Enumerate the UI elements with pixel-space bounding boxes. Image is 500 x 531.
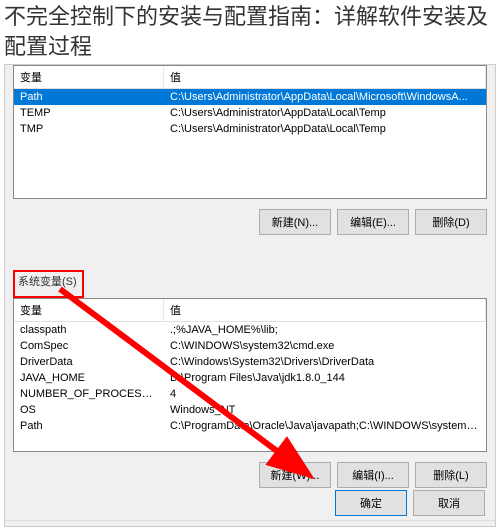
table-row[interactable]: TEMP C:\Users\Administrator\AppData\Loca… bbox=[14, 105, 486, 121]
cell-var-name: TEMP bbox=[14, 105, 164, 121]
edit-user-var-button[interactable]: 编辑(E)... bbox=[337, 209, 409, 235]
cell-var-value: C:\Windows\System32\Drivers\DriverData bbox=[164, 354, 486, 370]
column-header-value[interactable]: 值 bbox=[164, 299, 486, 321]
cell-var-value: C:\WINDOWS\system32\cmd.exe bbox=[164, 338, 486, 354]
table-row[interactable]: DriverData C:\Windows\System32\Drivers\D… bbox=[14, 354, 486, 370]
cell-var-name: ComSpec bbox=[14, 338, 164, 354]
cell-var-value: C:\Users\Administrator\AppData\Local\Tem… bbox=[164, 105, 486, 121]
divider bbox=[5, 520, 495, 521]
cell-var-value: D:\Program Files\Java\jdk1.8.0_144 bbox=[164, 370, 486, 386]
cell-var-value: 4 bbox=[164, 386, 486, 402]
new-sys-var-button[interactable]: 新建(W)... bbox=[259, 462, 331, 488]
table-row[interactable]: NUMBER_OF_PROCESSORS 4 bbox=[14, 386, 486, 402]
cell-var-value: C:\Users\Administrator\AppData\Local\Tem… bbox=[164, 121, 486, 137]
delete-user-var-button[interactable]: 删除(D) bbox=[415, 209, 487, 235]
sys-vars-button-row: 新建(W)... 编辑(I)... 删除(L) bbox=[13, 452, 487, 488]
table-row[interactable]: Path C:\ProgramData\Oracle\Java\javapath… bbox=[14, 418, 486, 434]
table-row[interactable]: Path C:\Users\Administrator\AppData\Loca… bbox=[14, 89, 486, 105]
table-row[interactable]: TMP C:\Users\Administrator\AppData\Local… bbox=[14, 121, 486, 137]
user-vars-button-row: 新建(N)... 编辑(E)... 删除(D) bbox=[13, 199, 487, 235]
cell-var-name: classpath bbox=[14, 322, 164, 338]
cell-var-name: Path bbox=[14, 89, 164, 105]
column-header-name[interactable]: 变量 bbox=[14, 66, 164, 88]
sys-vars-header-row: 变量 值 bbox=[14, 299, 486, 322]
cancel-button[interactable]: 取消 bbox=[413, 490, 485, 516]
ok-button[interactable]: 确定 bbox=[335, 490, 407, 516]
user-vars-table[interactable]: 变量 值 Path C:\Users\Administrator\AppData… bbox=[13, 65, 487, 199]
cell-var-name: OS bbox=[14, 402, 164, 418]
cell-var-name: TMP bbox=[14, 121, 164, 137]
table-row[interactable]: classpath .;%JAVA_HOME%\lib; bbox=[14, 322, 486, 338]
sys-vars-panel: 系统变量(S) 变量 值 classpath .;%JAVA_HOME%\lib… bbox=[13, 270, 487, 512]
cell-var-value: .;%JAVA_HOME%\lib; bbox=[164, 322, 486, 338]
delete-sys-var-button[interactable]: 删除(L) bbox=[415, 462, 487, 488]
article-title: 不完全控制下的安装与配置指南：详解软件安装及配置过程 bbox=[0, 0, 500, 63]
annotation-highlight-box: 系统变量(S) bbox=[13, 270, 84, 298]
column-header-value[interactable]: 值 bbox=[164, 66, 486, 88]
sys-vars-group-label: 系统变量(S) bbox=[14, 272, 81, 290]
cell-var-name: DriverData bbox=[14, 354, 164, 370]
edit-sys-var-button[interactable]: 编辑(I)... bbox=[337, 462, 409, 488]
table-row[interactable]: ComSpec C:\WINDOWS\system32\cmd.exe bbox=[14, 338, 486, 354]
cell-var-value: C:\ProgramData\Oracle\Java\javapath;C:\W… bbox=[164, 418, 486, 434]
cell-var-value: C:\Users\Administrator\AppData\Local\Mic… bbox=[164, 89, 486, 105]
column-header-name[interactable]: 变量 bbox=[14, 299, 164, 321]
dialog-button-row: 确定 取消 bbox=[335, 490, 485, 516]
table-row[interactable]: OS Windows_NT bbox=[14, 402, 486, 418]
cell-var-name: JAVA_HOME bbox=[14, 370, 164, 386]
cell-var-name: NUMBER_OF_PROCESSORS bbox=[14, 386, 164, 402]
cell-var-name: Path bbox=[14, 418, 164, 434]
env-vars-dialog: 变量 值 Path C:\Users\Administrator\AppData… bbox=[4, 64, 496, 527]
user-vars-header-row: 变量 值 bbox=[14, 66, 486, 89]
cell-var-value: Windows_NT bbox=[164, 402, 486, 418]
user-vars-panel: 变量 值 Path C:\Users\Administrator\AppData… bbox=[13, 65, 487, 265]
new-user-var-button[interactable]: 新建(N)... bbox=[259, 209, 331, 235]
sys-vars-table[interactable]: 变量 值 classpath .;%JAVA_HOME%\lib; ComSpe… bbox=[13, 298, 487, 452]
table-row[interactable]: JAVA_HOME D:\Program Files\Java\jdk1.8.0… bbox=[14, 370, 486, 386]
